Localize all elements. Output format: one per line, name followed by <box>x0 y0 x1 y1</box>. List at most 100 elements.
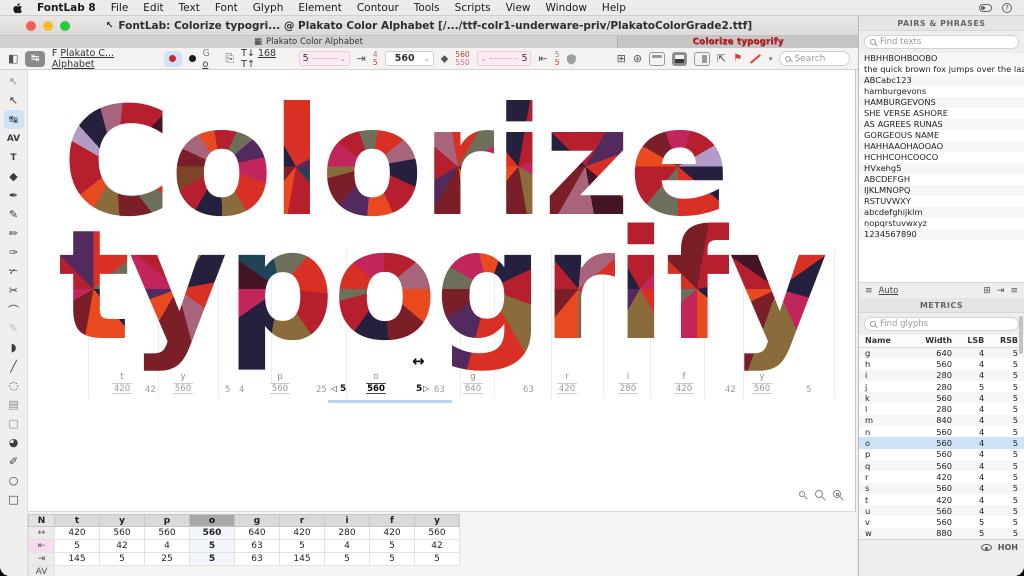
metrics-row-w[interactable]: w 880 5 5 <box>859 527 1024 540</box>
toolbar-search-input[interactable]: Search <box>779 51 850 66</box>
apple-icon[interactable] <box>12 2 22 14</box>
pairs-list-item[interactable]: AS AGREES RUNAS <box>859 119 1024 130</box>
metrics-table-icon[interactable]: ⊞ <box>617 53 626 64</box>
metrics-tool[interactable]: ↹ <box>3 110 24 129</box>
bottom-table-cell[interactable] <box>144 565 190 576</box>
metrics-cell[interactable]: 840 <box>912 414 959 427</box>
bottom-table-cell[interactable]: 145 <box>279 552 325 566</box>
glyph-width-badge[interactable]: 560 <box>749 383 775 394</box>
sidebearing-right-field[interactable]: ⌄ 5 <box>476 51 532 66</box>
pairs-list-item[interactable]: GORGEOUS NAME <box>859 130 1024 141</box>
metrics-row-l[interactable]: l 280 4 5 <box>859 403 1024 414</box>
font-name[interactable]: Plakato C... Alphabet <box>52 48 114 70</box>
sidebearing-value[interactable]: 5 <box>340 384 346 394</box>
menu-item-window[interactable]: Window <box>546 2 587 14</box>
metrics-row-s[interactable]: s 560 4 5 <box>859 482 1024 494</box>
metrics-cell[interactable]: 280 <box>912 369 959 381</box>
metrics-cell[interactable]: 560 <box>912 392 959 404</box>
pairs-list-item[interactable]: SHE VERSE ASHORE <box>859 108 1024 119</box>
metrics-row-j[interactable]: j 280 5 5 <box>859 381 1024 392</box>
glyph-width-badge[interactable]: 420 <box>554 383 580 394</box>
bottom-table-cell[interactable]: 42 <box>99 539 145 553</box>
find-glyphs-input[interactable]: Find glyphs <box>864 317 1019 331</box>
bottom-table-cell[interactable]: 560 <box>189 526 235 540</box>
shield-icon[interactable] <box>566 53 577 65</box>
metrics-cell[interactable]: 4 <box>958 403 990 414</box>
menu-item-scripts[interactable]: Scripts <box>455 2 491 14</box>
metrics-cell[interactable]: k <box>859 392 913 404</box>
bottom-table-cell[interactable]: 5 <box>189 552 235 566</box>
pairs-list-item[interactable]: the quick brown fox jumps over the lazy … <box>859 64 1024 75</box>
bottom-table-cell[interactable]: 640 <box>234 526 280 540</box>
metrics-cell[interactable]: 420 <box>912 494 958 505</box>
metrics-column-name[interactable]: Name <box>859 335 913 348</box>
metrics-cell[interactable]: 560 <box>912 358 958 369</box>
line-tool[interactable]: ╱ <box>4 357 24 376</box>
bottom-table-cell[interactable]: 4 <box>144 539 190 553</box>
bottom-table-cell[interactable]: 63 <box>234 539 280 553</box>
metrics-cell[interactable]: 4 <box>958 494 990 505</box>
canvas-glyph-y[interactable]: y <box>129 197 228 374</box>
bottom-column-y[interactable]: y <box>414 514 460 527</box>
disabled-pen-tool[interactable]: ✎ <box>4 319 24 338</box>
metrics-row-v[interactable]: v 560 5 5 <box>859 516 1024 527</box>
eraser-tool[interactable]: ◆ <box>4 167 24 186</box>
metrics-cell[interactable]: 280 <box>912 381 958 392</box>
metrics-cell[interactable]: 5 <box>990 358 1024 369</box>
glyph-width-badge[interactable]: 560 <box>363 383 389 394</box>
lasso-select-icon[interactable]: ⊛ <box>633 53 642 64</box>
metrics-cell[interactable]: 5 <box>990 527 1024 540</box>
menu-item-contour[interactable]: Contour <box>357 2 399 14</box>
bottom-table-cell[interactable]: 560 <box>99 526 145 540</box>
bottom-table-cell[interactable]: 42 <box>414 539 460 553</box>
canvas-glyph-p[interactable]: p <box>226 197 335 374</box>
metrics-row-o[interactable]: o 560 4 5 <box>859 437 1024 449</box>
bottom-table-cell[interactable]: 5 <box>54 539 100 553</box>
metrics-cell[interactable]: s <box>859 482 913 494</box>
pencil-tool[interactable]: ✎ <box>4 205 24 224</box>
layout-top-icon[interactable] <box>649 51 665 66</box>
metrics-cell[interactable]: 5 <box>990 426 1024 437</box>
width-field[interactable]: 560 ⌄ <box>384 51 434 66</box>
metrics-column-width[interactable]: Width <box>912 335 959 348</box>
bottom-table-cell[interactable]: 145 <box>54 552 100 566</box>
sidebearing-handle-icon[interactable]: ◁ <box>331 384 337 393</box>
kerning-tool[interactable]: AV <box>4 129 24 148</box>
chevron-down-icon[interactable]: ▾ <box>769 55 773 63</box>
rsb-link-icon[interactable]: ⇥ <box>357 53 366 64</box>
metrics-cell[interactable]: 560 <box>912 516 958 527</box>
metrics-cell[interactable]: 640 <box>912 347 959 359</box>
canvas-glyph-t[interactable]: t <box>58 197 131 374</box>
bottom-table-cell[interactable]: 420 <box>369 526 415 540</box>
menu-item-text[interactable]: Text <box>179 2 200 14</box>
hamburger-menu-icon[interactable]: ≡ <box>1010 286 1018 296</box>
pair-table-icon[interactable]: ⊞ <box>983 286 991 296</box>
sidebearing-left-field[interactable]: 5 ⌄ <box>298 51 350 66</box>
minimize-button[interactable] <box>43 21 53 31</box>
bottom-table-cell[interactable] <box>279 565 325 576</box>
metrics-cell[interactable]: 4 <box>958 358 990 369</box>
menu-item-glyph[interactable]: Glyph <box>253 2 284 14</box>
text-tool[interactable]: T <box>4 148 24 167</box>
metrics-cell[interactable]: 560 <box>912 482 959 494</box>
metrics-row-p[interactable]: p 560 4 5 <box>859 449 1024 460</box>
lsb-icon[interactable]: ⇤ <box>28 539 55 553</box>
metrics-row-h[interactable]: h 560 4 5 <box>859 358 1024 369</box>
metrics-row-r[interactable]: r 420 4 5 <box>859 471 1024 482</box>
metrics-cell[interactable]: 560 <box>912 459 959 472</box>
pairs-list-item[interactable]: ABCabc123 <box>859 75 1024 86</box>
black-dot-icon[interactable] <box>188 55 196 62</box>
metrics-cell[interactable]: 5 <box>990 516 1024 527</box>
metrics-row-m[interactable]: m 840 4 5 <box>859 414 1024 427</box>
hoh-button[interactable]: HOH <box>998 543 1018 552</box>
bottom-column-f[interactable]: f <box>369 514 415 527</box>
pairs-list-item[interactable]: HAMBURGEVONS <box>859 97 1024 108</box>
metrics-row-u[interactable]: u 560 4 5 <box>859 505 1024 517</box>
zoom-in-icon[interactable] <box>815 490 823 498</box>
eye-icon[interactable] <box>980 544 992 552</box>
menu-item-help[interactable]: Help <box>602 2 626 14</box>
canvas-glyph-f[interactable]: f <box>665 197 731 374</box>
menu-item-font[interactable]: Font <box>215 2 238 14</box>
metrics-cell[interactable]: p <box>859 449 912 460</box>
brush-tool[interactable]: ✏ <box>4 224 24 243</box>
